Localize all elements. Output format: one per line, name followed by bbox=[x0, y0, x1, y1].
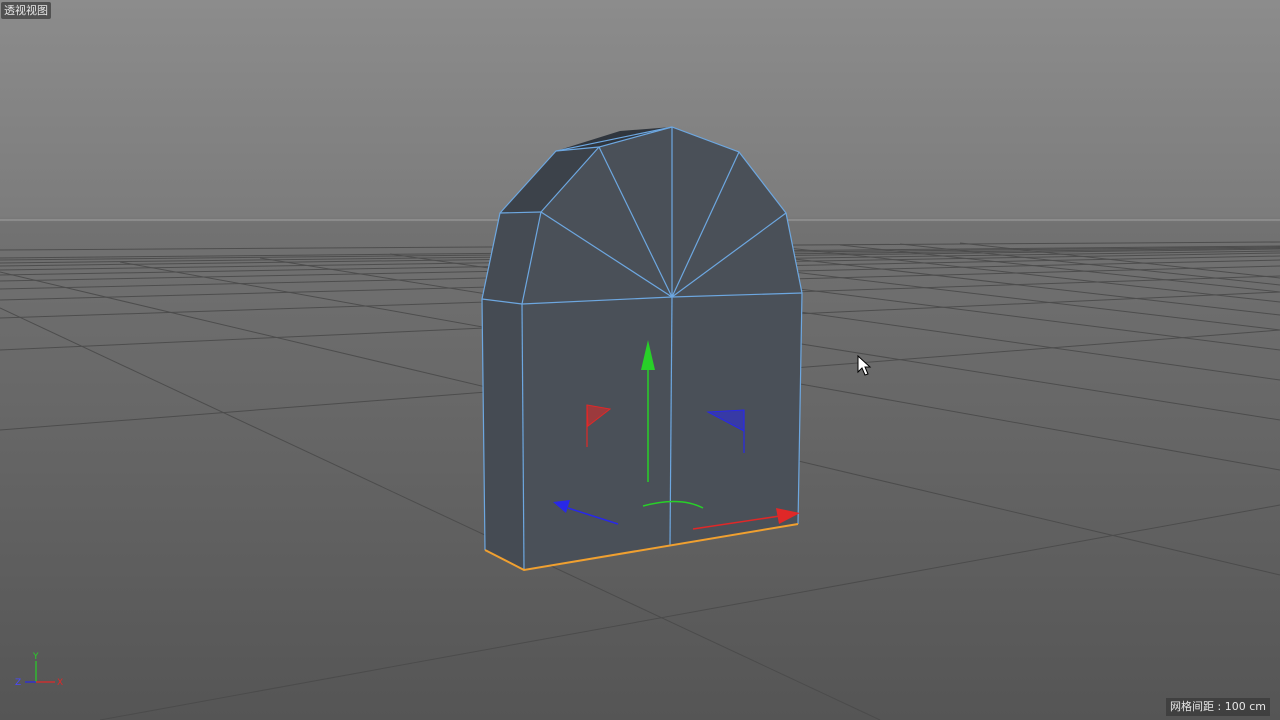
grid-spacing-label: 网格间距 : 100 cm bbox=[1166, 698, 1270, 716]
axis-indicator-y-label: Y bbox=[32, 652, 39, 662]
axis-indicator-x-label: X bbox=[57, 678, 63, 688]
view-name-label[interactable]: 透视视图 bbox=[1, 2, 51, 19]
arch-mesh-object[interactable] bbox=[481, 126, 803, 572]
axis-indicator-z-label: Z bbox=[15, 678, 21, 688]
perspective-viewport[interactable]: Y X Z 透视视图 网格间距 : 100 cm bbox=[0, 0, 1280, 720]
viewport-scene[interactable]: Y X Z bbox=[0, 0, 1280, 720]
